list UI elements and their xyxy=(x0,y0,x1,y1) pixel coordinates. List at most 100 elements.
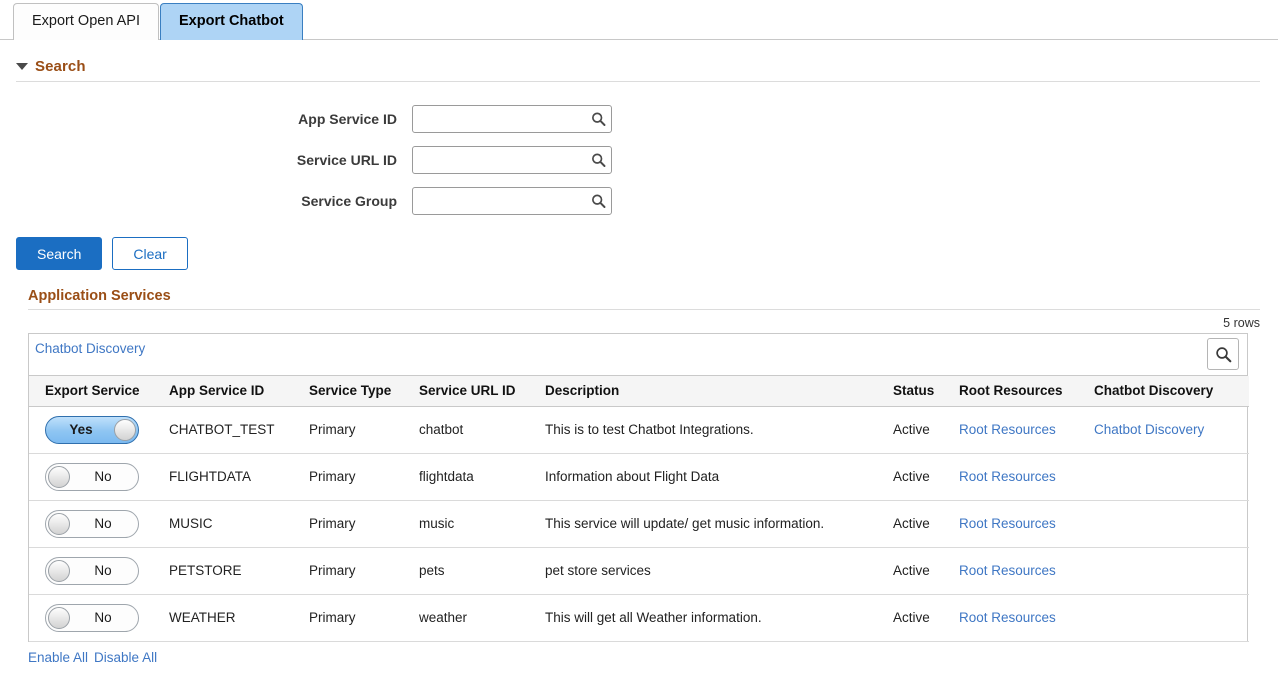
toggle-knob xyxy=(48,465,70,488)
service-url-id-lookup-button[interactable] xyxy=(590,151,607,168)
search-button[interactable]: Search xyxy=(16,237,103,270)
toggle-knob xyxy=(48,606,70,629)
cell-chatbot-discovery: Chatbot Discovery xyxy=(1094,406,1249,454)
cell-service-type: Primary xyxy=(309,406,419,454)
cell-service-type: Primary xyxy=(309,453,419,501)
toggle-label: Yes xyxy=(69,421,93,437)
root-resources-link[interactable]: Root Resources xyxy=(959,516,1056,531)
column-header-service-type[interactable]: Service Type xyxy=(309,376,419,407)
service-group-input[interactable] xyxy=(412,186,612,215)
cell-description: Information about Flight Data xyxy=(545,453,893,501)
cell-description: This will get all Weather information. xyxy=(545,594,893,642)
service-url-id-label: Service URL ID xyxy=(296,151,397,168)
search-icon xyxy=(592,112,606,126)
root-resources-link[interactable]: Root Resources xyxy=(959,422,1056,437)
app-service-id-lookup-button[interactable] xyxy=(590,110,607,127)
toggle-label: No xyxy=(94,468,112,484)
column-header-status[interactable]: Status xyxy=(893,376,959,407)
app-service-id-input-wrap xyxy=(412,104,612,133)
cell-export-service: No xyxy=(29,453,169,501)
toggle-knob xyxy=(114,418,136,441)
cell-service-type: Primary xyxy=(309,500,419,548)
column-header-chatbot-discovery[interactable]: Chatbot Discovery xyxy=(1094,376,1249,407)
cell-app-service-id: FLIGHTDATA xyxy=(169,453,309,501)
app-service-id-label: App Service ID xyxy=(298,110,397,127)
root-resources-link[interactable]: Root Resources xyxy=(959,563,1056,578)
cell-app-service-id: PETSTORE xyxy=(169,547,309,595)
cell-export-service: No xyxy=(29,594,169,642)
search-icon xyxy=(1215,346,1231,362)
cell-service-type: Primary xyxy=(309,594,419,642)
search-form: App Service ID Service URL ID Service Gr… xyxy=(0,98,1278,221)
chatbot-discovery-link[interactable]: Chatbot Discovery xyxy=(1094,422,1204,437)
cell-app-service-id: MUSIC xyxy=(169,500,309,548)
caret-down-icon xyxy=(16,63,28,70)
column-header-app-service-id[interactable]: App Service ID xyxy=(169,376,309,407)
app-service-id-input[interactable] xyxy=(412,104,612,133)
disable-all-link[interactable]: Disable All xyxy=(94,650,157,665)
toggle-label: No xyxy=(94,562,112,578)
toggle-label: No xyxy=(94,609,112,625)
toggle-knob xyxy=(48,512,70,535)
cell-chatbot-discovery xyxy=(1094,500,1249,548)
table-header-row: Export Service App Service ID Service Ty… xyxy=(29,376,1249,407)
column-header-description[interactable]: Description xyxy=(545,376,893,407)
service-group-lookup-button[interactable] xyxy=(590,192,607,209)
toggle-label: No xyxy=(94,515,112,531)
cell-export-service: Yes xyxy=(29,406,169,454)
search-section-title: Search xyxy=(35,58,86,75)
table-row: No PETSTORE Primary pets pet store services A… xyxy=(29,547,1249,595)
cell-root-resources: Root Resources xyxy=(959,453,1094,501)
search-icon xyxy=(592,194,606,208)
enable-all-link[interactable]: Enable All xyxy=(28,650,88,665)
cell-app-service-id: CHATBOT_TEST xyxy=(169,406,309,454)
cell-status: Active xyxy=(893,594,959,642)
service-url-id-input[interactable] xyxy=(412,145,612,174)
table-row: Yes CHATBOT_TEST Primary chatbot This is to … xyxy=(29,406,1249,454)
tab-export-open-api[interactable]: Export Open API xyxy=(13,3,160,40)
export-service-toggle[interactable]: No xyxy=(45,462,139,491)
search-icon xyxy=(592,153,606,167)
cell-service-url-id: music xyxy=(419,500,545,548)
root-resources-link[interactable]: Root Resources xyxy=(959,610,1056,625)
column-header-root-resources[interactable]: Root Resources xyxy=(959,376,1094,407)
cell-description: pet store services xyxy=(545,547,893,595)
table-header: Export Service App Service ID Service Ty… xyxy=(29,376,1249,407)
export-service-toggle[interactable]: No xyxy=(45,509,139,538)
search-section-header[interactable]: Search xyxy=(16,58,1260,82)
export-service-toggle[interactable]: Yes xyxy=(45,415,139,444)
tab-label: Export Open API xyxy=(32,13,141,29)
column-header-export-service[interactable]: Export Service xyxy=(29,376,169,407)
table-body: Yes CHATBOT_TEST Primary chatbot This is to … xyxy=(29,406,1249,642)
export-service-toggle[interactable]: No xyxy=(45,556,139,585)
root-resources-link[interactable]: Root Resources xyxy=(959,469,1056,484)
rows-count: 5 rows xyxy=(1223,316,1260,330)
service-url-id-input-wrap xyxy=(412,145,612,174)
export-service-toggle[interactable]: No xyxy=(45,603,139,632)
cell-service-url-id: chatbot xyxy=(419,406,545,454)
service-group-input-wrap xyxy=(412,186,612,215)
toggle-knob xyxy=(48,559,70,582)
cell-status: Active xyxy=(893,406,959,454)
cell-status: Active xyxy=(893,547,959,595)
cell-export-service: No xyxy=(29,500,169,548)
cell-root-resources: Root Resources xyxy=(959,406,1094,454)
clear-button[interactable]: Clear xyxy=(112,237,188,270)
grid-tab-chatbot-discovery[interactable]: Chatbot Discovery xyxy=(35,341,145,356)
cell-service-url-id: pets xyxy=(419,547,545,595)
tab-export-chatbot[interactable]: Export Chatbot xyxy=(160,3,303,40)
service-group-label: Service Group xyxy=(301,192,397,209)
cell-root-resources: Root Resources xyxy=(959,500,1094,548)
table-row: No FLIGHTDATA Primary flightdata Information… xyxy=(29,453,1249,501)
table-row: No MUSIC Primary music This service will upd… xyxy=(29,500,1249,548)
application-services-grid: Chatbot Discovery Export Service App Ser… xyxy=(28,333,1249,642)
grid-bulk-actions: Enable All Disable All xyxy=(28,650,1278,665)
search-actions: Search Clear xyxy=(16,237,1278,270)
column-header-service-url-id[interactable]: Service URL ID xyxy=(419,376,545,407)
cell-status: Active xyxy=(893,500,959,548)
cell-chatbot-discovery xyxy=(1094,594,1249,642)
grid-search-button[interactable] xyxy=(1207,338,1239,370)
grid-toolbar: Chatbot Discovery xyxy=(29,334,1247,376)
field-row-app-service-id: App Service ID xyxy=(0,98,1278,139)
cell-service-url-id: flightdata xyxy=(419,453,545,501)
